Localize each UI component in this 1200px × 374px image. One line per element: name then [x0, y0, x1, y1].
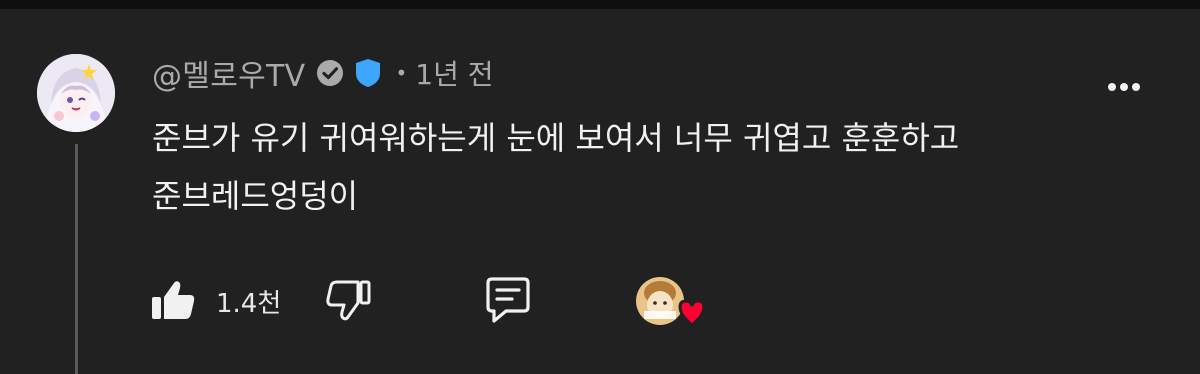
top-bar	[0, 0, 1200, 9]
author-name[interactable]: @멜로우TV	[152, 51, 305, 95]
thumbs-down-icon[interactable]	[324, 275, 374, 325]
comment-thread: @멜로우TV • 1년 전 준브가 유기 귀여워하는게 눈에 보여서 너무 귀엽…	[0, 9, 1200, 374]
comment-line: 준브레드엉덩이	[152, 177, 359, 215]
avatar[interactable]	[37, 54, 115, 132]
comment-header: @멜로우TV • 1년 전	[152, 51, 494, 95]
avatar-image	[37, 54, 115, 132]
comment-time[interactable]: 1년 전	[415, 53, 493, 93]
verified-check-icon	[317, 60, 344, 86]
more-vertical-icon[interactable]	[1104, 75, 1144, 99]
comment-actions: 1.4천	[148, 271, 748, 327]
thread-line	[75, 144, 78, 374]
separator-dot: •	[395, 61, 408, 85]
creator-heart-icon	[636, 277, 706, 327]
comment-icon[interactable]	[482, 275, 534, 325]
comment-line: 준브가 유기 귀여워하는게 눈에 보여서 너무 귀엽고 훈훈하고	[152, 119, 960, 157]
like-count: 1.4천	[216, 289, 282, 319]
comment-text: 준브가 유기 귀여워하는게 눈에 보여서 너무 귀엽고 훈훈하고 준브레드엉덩이	[152, 109, 1152, 225]
shield-badge-icon	[356, 59, 381, 87]
thumbs-up-icon[interactable]	[148, 275, 198, 325]
